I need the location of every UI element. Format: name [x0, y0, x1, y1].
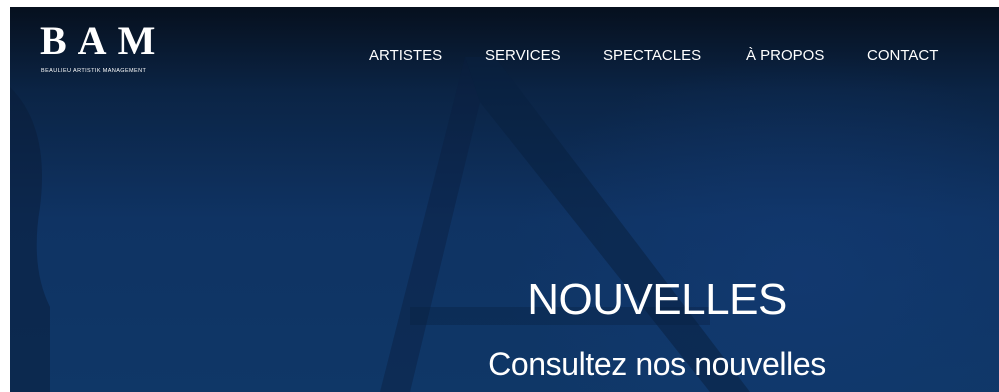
page: BAM BEAULIEU ARTISTIK MANAGEMENT ARTISTE…: [0, 0, 999, 392]
nav-item-a-propos[interactable]: À PROPOS: [746, 47, 824, 65]
site-header: BAM BEAULIEU ARTISTIK MANAGEMENT ARTISTE…: [10, 7, 999, 97]
page-subtitle: Consultez nos nouvelles: [488, 346, 826, 382]
nav-item-artistes[interactable]: ARTISTES: [369, 47, 442, 65]
hero-banner: BAM BEAULIEU ARTISTIK MANAGEMENT ARTISTE…: [10, 7, 999, 392]
nav-item-contact[interactable]: CONTACT: [867, 47, 938, 65]
page-title: NOUVELLES: [527, 275, 787, 324]
nav-item-spectacles[interactable]: SPECTACLES: [603, 47, 701, 65]
nav-item-services[interactable]: SERVICES: [485, 47, 561, 65]
main-nav: ARTISTES SERVICES SPECTACLES À PROPOS CO…: [10, 7, 999, 97]
